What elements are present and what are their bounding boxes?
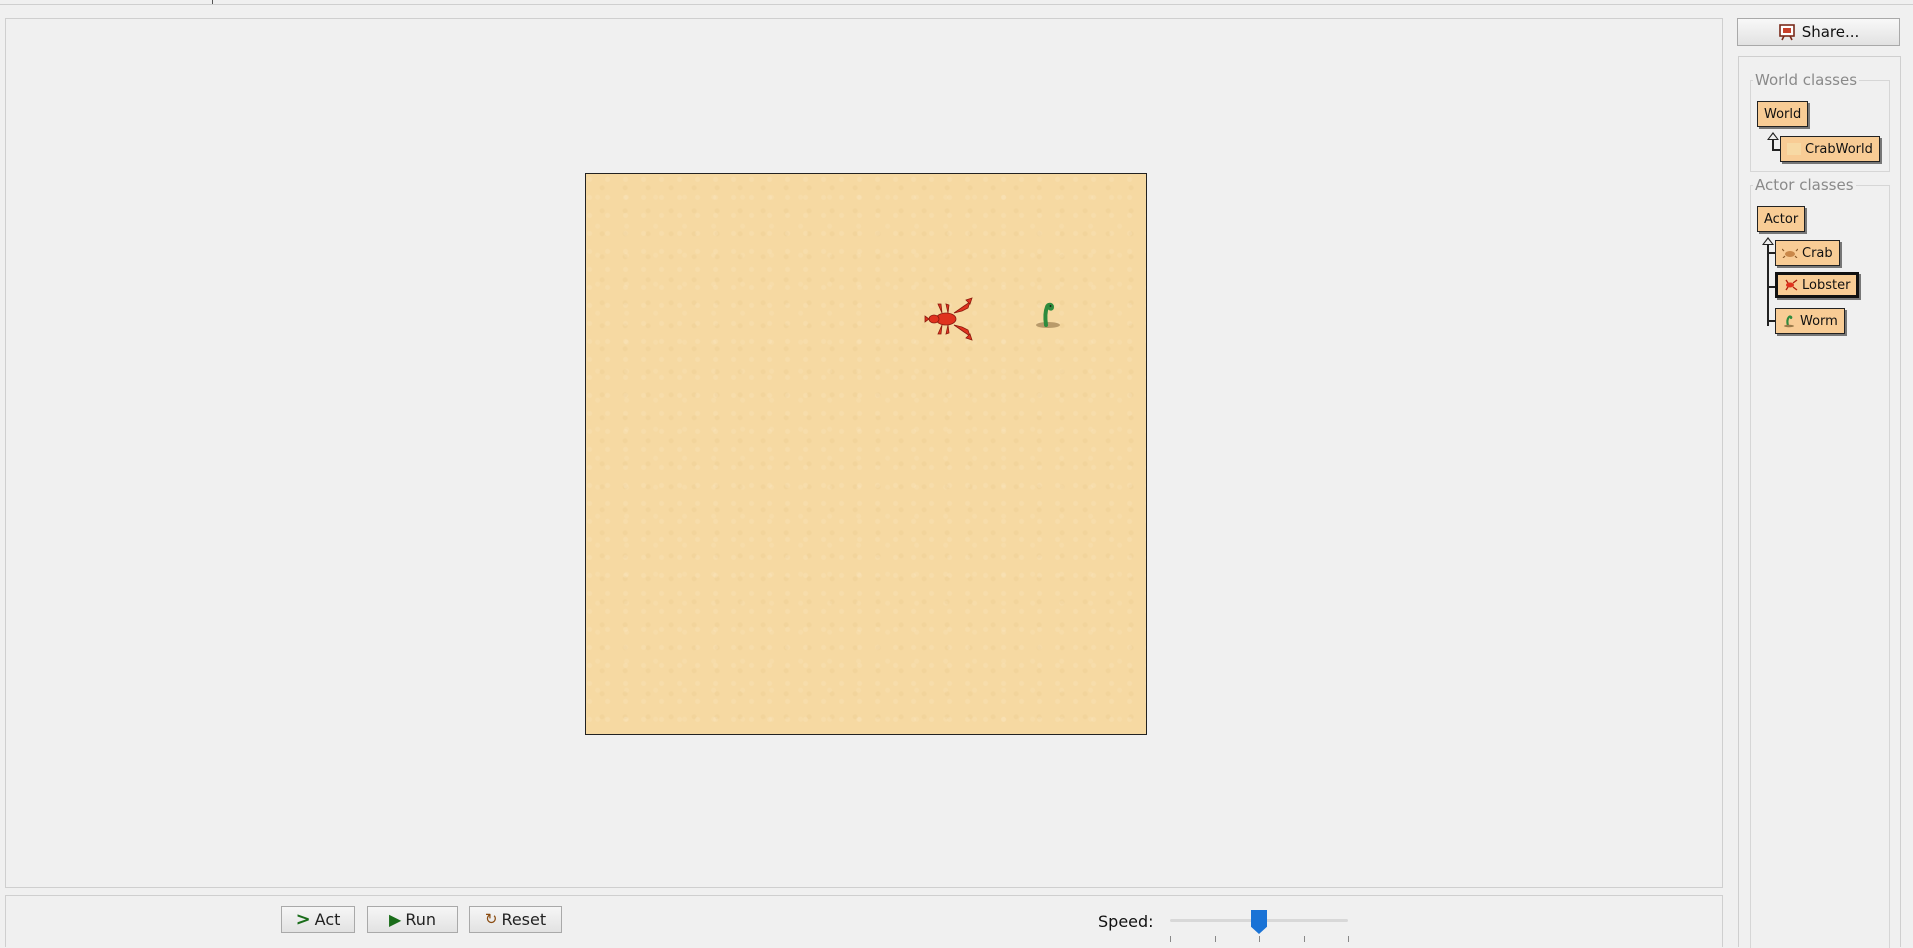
class-world-label: World <box>1764 106 1802 122</box>
tree-connector <box>1767 244 1769 326</box>
world-panel <box>5 18 1723 888</box>
act-icon: > <box>295 908 311 930</box>
worm-icon <box>1784 315 1794 328</box>
class-worm-label: Worm <box>1800 313 1838 329</box>
class-crab-label: Crab <box>1802 245 1833 261</box>
class-world[interactable]: World <box>1757 101 1809 127</box>
control-bar: > Act ▶ Run ↻ Reset Speed: <box>5 895 1723 947</box>
class-lobster[interactable]: Lobster <box>1775 272 1860 298</box>
reset-button[interactable]: ↻ Reset <box>469 906 562 933</box>
run-label: Run <box>405 910 436 929</box>
speed-slider-tick <box>1303 936 1305 942</box>
tree-connector <box>1767 320 1775 322</box>
play-icon: ▶ <box>389 909 402 929</box>
speed-slider-ticks <box>1170 936 1349 942</box>
worm-icon[interactable] <box>1031 298 1065 332</box>
crab-icon <box>1782 248 1798 258</box>
speed-slider-tick <box>1259 936 1260 942</box>
run-button[interactable]: ▶ Run <box>367 906 458 933</box>
class-actor-label: Actor <box>1764 211 1799 227</box>
class-worm[interactable]: Worm <box>1775 308 1845 334</box>
class-crabworld-label: CrabWorld <box>1805 141 1873 157</box>
speed-slider[interactable] <box>1168 908 1350 942</box>
tree-connector <box>1772 149 1780 151</box>
class-lobster-label: Lobster <box>1802 277 1851 293</box>
menu-bar-edge <box>0 0 1913 5</box>
world-classes-title: World classes <box>1753 71 1860 89</box>
lobster-icon[interactable] <box>924 294 974 344</box>
world-classes-group: World classes World CrabWorld <box>1750 71 1890 172</box>
world-canvas[interactable] <box>585 173 1147 735</box>
speed-slider-tick <box>1348 936 1349 942</box>
share-icon <box>1778 24 1795 41</box>
class-actor[interactable]: Actor <box>1757 206 1806 232</box>
reset-icon: ↻ <box>484 910 498 928</box>
speed-slider-tick <box>1170 936 1171 942</box>
class-browser: World classes World CrabWorld Actor clas… <box>1738 56 1901 948</box>
share-label: Share... <box>1801 23 1860 41</box>
act-label: Act <box>314 910 341 929</box>
speed-label: Speed: <box>1098 912 1154 931</box>
tree-connector <box>1767 252 1775 254</box>
speed-slider-tick <box>1214 936 1216 942</box>
class-crabworld[interactable]: CrabWorld <box>1780 136 1880 162</box>
speed-slider-thumb[interactable] <box>1251 910 1267 934</box>
act-button[interactable]: > Act <box>281 906 355 933</box>
actor-classes-group: Actor classes Actor Crab Lobster Worm <box>1750 176 1890 948</box>
lobster-icon <box>1785 279 1798 291</box>
class-crab[interactable]: Crab <box>1775 240 1840 266</box>
menu-bar-tick <box>212 0 213 4</box>
share-button[interactable]: Share... <box>1737 18 1900 46</box>
tree-connector <box>1767 286 1775 288</box>
reset-label: Reset <box>501 910 547 929</box>
actor-classes-title: Actor classes <box>1753 176 1856 194</box>
sand-thumbnail-icon <box>1787 143 1801 155</box>
